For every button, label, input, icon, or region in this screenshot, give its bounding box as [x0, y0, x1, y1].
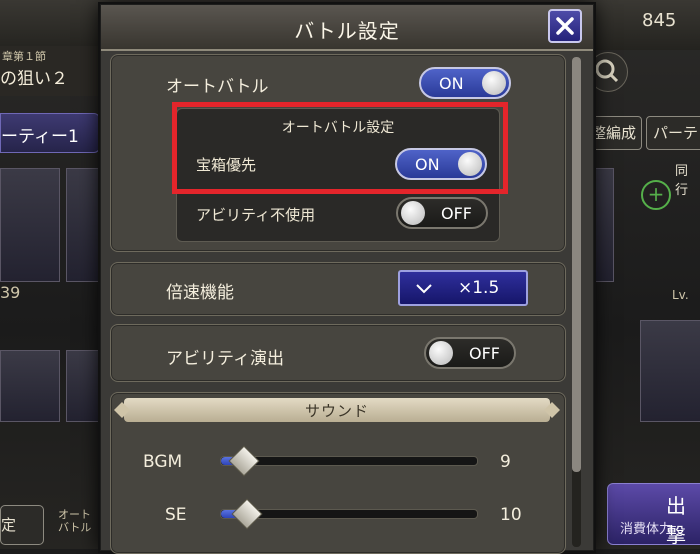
ability-effect-label: アビリティ演出 — [166, 349, 284, 369]
auto-battle-toggle[interactable]: ON — [419, 67, 511, 99]
chevron-down-icon — [416, 284, 432, 294]
companion-label: 同行 — [675, 164, 689, 198]
character-card[interactable] — [640, 320, 700, 422]
modal-title: バトル設定 — [294, 19, 400, 43]
level-number: 39 — [0, 283, 21, 302]
auto-battle-toggle-text: ON — [439, 74, 464, 93]
stamina-label: 消費体力 — [620, 522, 673, 537]
chapter-title: の狙い２ — [0, 69, 68, 89]
auto-battle-label: オートバトル — [166, 77, 269, 97]
ability-effect-toggle-text: OFF — [469, 344, 500, 363]
party-tab-label: ーティー1 — [1, 127, 79, 147]
currency-count: 845 — [642, 10, 677, 31]
bgm-label: BGM — [143, 452, 183, 472]
plus-icon[interactable]: + — [641, 180, 671, 210]
toggle-knob — [429, 341, 453, 365]
toggle-knob — [401, 201, 425, 225]
character-card[interactable] — [0, 350, 60, 422]
sortie-button[interactable]: 出撃 消費体力 — [607, 483, 700, 547]
no-ability-label: アビリティ不使用 — [196, 206, 316, 224]
se-label: SE — [165, 505, 187, 525]
search-button[interactable] — [588, 52, 628, 92]
auto-battle-shortcut[interactable]: オート バトル — [58, 508, 91, 534]
settings-button[interactable]: 定 — [0, 505, 44, 545]
speed-value: ×1.5 — [458, 278, 500, 298]
se-value: 10 — [500, 505, 522, 525]
settings-label: 定 — [1, 516, 17, 534]
party-tab[interactable]: ーティー1 — [0, 113, 100, 153]
speed-select[interactable]: ×1.5 — [398, 270, 528, 306]
bgm-value: 9 — [500, 452, 511, 472]
level-label: Lv. — [672, 288, 689, 302]
character-card[interactable] — [0, 168, 60, 282]
sound-banner: サウンド — [124, 398, 550, 422]
speed-label: 倍速機能 — [166, 283, 234, 303]
ornament-right-icon — [544, 402, 560, 418]
no-ability-toggle-text: OFF — [441, 204, 472, 223]
party-label: パーテ — [653, 124, 699, 142]
character-card[interactable] — [592, 168, 614, 282]
auto-battle-shortcut-l2: バトル — [58, 521, 92, 534]
highlight-box — [172, 102, 508, 194]
close-button[interactable] — [548, 9, 582, 43]
chapter-info: 章第１節 の狙い２ — [0, 46, 100, 96]
search-icon — [595, 59, 619, 83]
sound-title: サウンド — [304, 402, 369, 420]
close-icon — [556, 17, 574, 35]
scroll-thumb[interactable] — [572, 57, 581, 472]
no-ability-toggle[interactable]: OFF — [396, 197, 488, 229]
scrollbar[interactable] — [572, 57, 581, 547]
character-card[interactable] — [66, 350, 100, 422]
ability-effect-toggle[interactable]: OFF — [424, 337, 516, 369]
party-button[interactable]: パーテ — [646, 116, 700, 150]
sound-header: サウンド — [110, 392, 564, 432]
character-card[interactable] — [66, 168, 100, 282]
ornament-left-icon — [114, 402, 130, 418]
formation-label: 整編成 — [591, 124, 637, 142]
toggle-knob — [482, 71, 506, 95]
modal-header: バトル設定 — [101, 5, 593, 51]
chapter-number: 章第１節 — [2, 50, 46, 63]
auto-battle-shortcut-l1: オート — [58, 508, 91, 521]
